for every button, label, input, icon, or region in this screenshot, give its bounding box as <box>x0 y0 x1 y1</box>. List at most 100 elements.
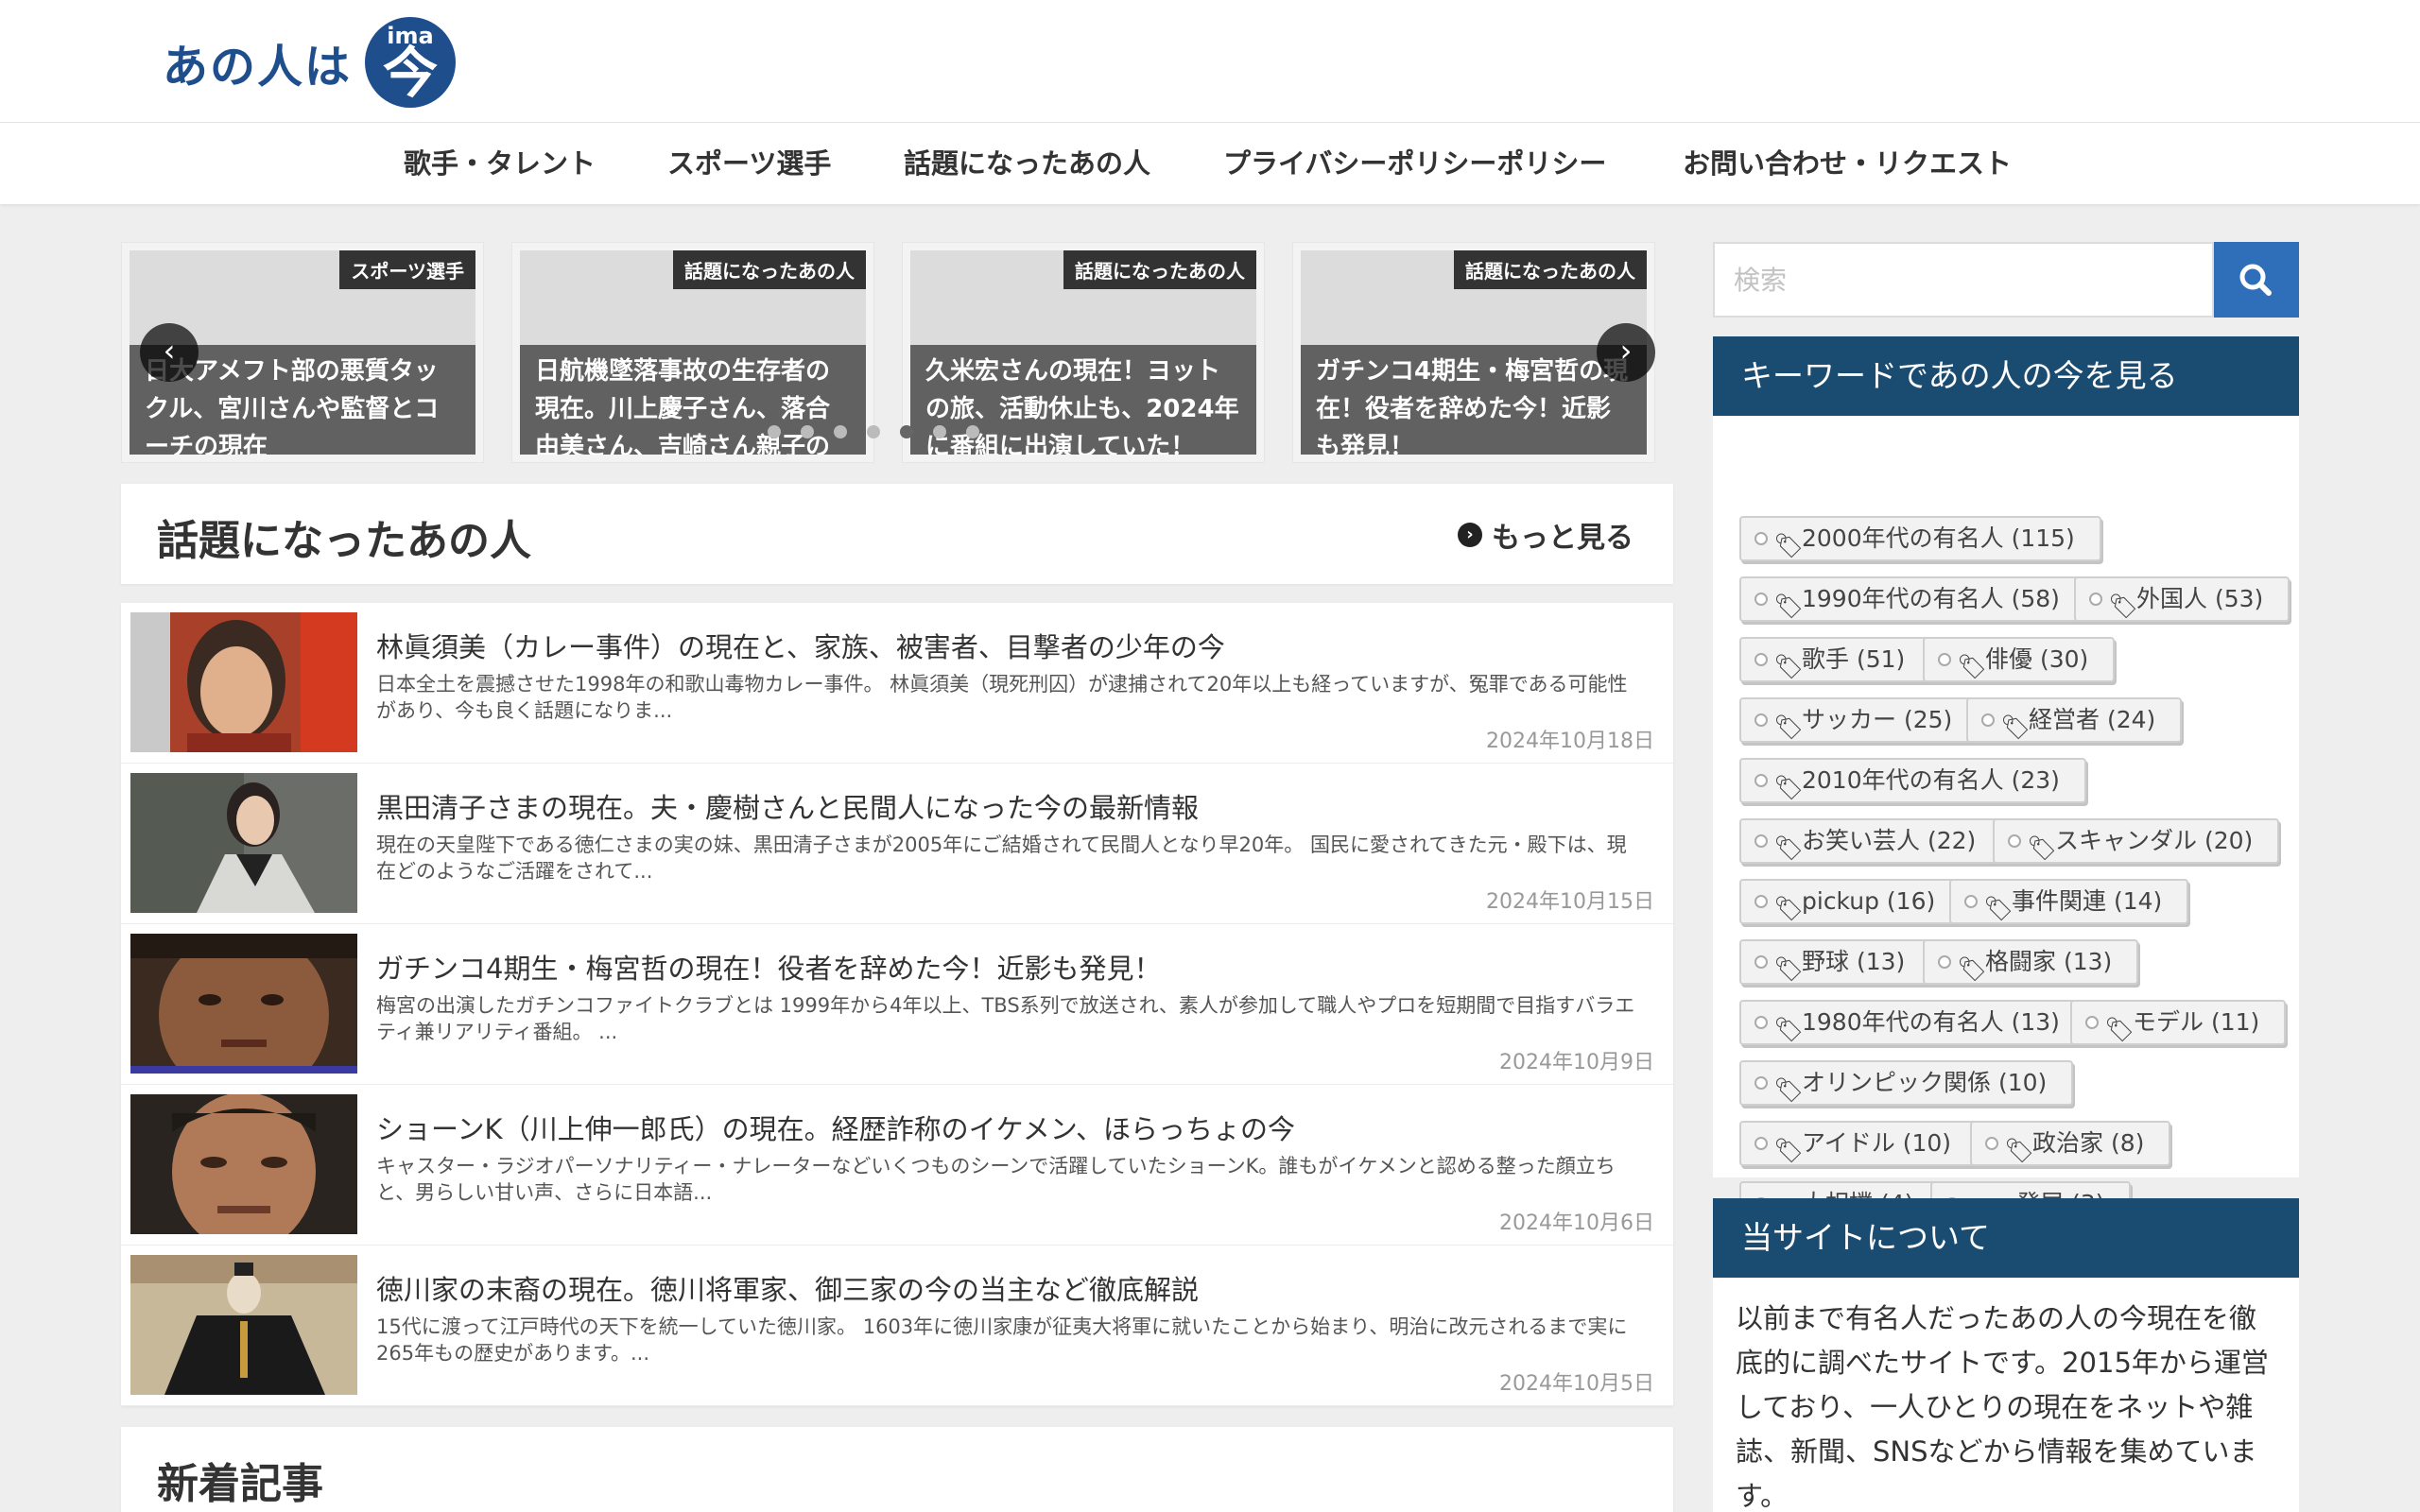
article-title[interactable]: 徳川家の末裔の現在。徳川将軍家、御三家の今の当主など徹底解説 <box>376 1268 1199 1308</box>
tag-singer[interactable]: 🏷 歌手 (51) <box>1739 637 1932 682</box>
slider-dot[interactable] <box>834 425 847 438</box>
article-date: 2024年10月9日 <box>1499 1051 1654 1074</box>
tag-actor[interactable]: 🏷 俳優 (30) <box>1923 637 2116 682</box>
article-date: 2024年10月15日 <box>1486 890 1654 914</box>
tag-scandal[interactable]: 🏷 スキャンダル (20) <box>1993 818 2280 864</box>
tag-politician[interactable]: 🏷 政治家 (8) <box>1970 1121 2171 1166</box>
slider-dot[interactable] <box>933 425 946 438</box>
slide-image: 話題になったあの人 日航機墜落事故の生存者の現在。川上慶子さん、落合由美さん、吉… <box>520 250 866 455</box>
list-item[interactable]: 林眞須美（カレー事件）の現在と、家族、被害者、目撃者の少年の今 日本全土を震撼さ… <box>121 603 1673 764</box>
tag-icon: 🏷 <box>1773 593 1804 620</box>
logo-badge: ima 今 <box>365 17 457 108</box>
slide-category[interactable]: 話題になったあの人 <box>1063 250 1256 289</box>
slide-image: 話題になったあの人 ガチンコ4期生・梅宮哲の現在！役者を辞めた今！近影も発見！ <box>1301 250 1647 455</box>
slider-dot[interactable] <box>867 425 880 438</box>
article-snippet: キャスター・ラジオパーソナリティー・ナレーターなどいくつものシーンで活躍していた… <box>376 1155 1616 1204</box>
logo-text: あの人は <box>163 41 353 94</box>
slider-dot-active[interactable] <box>900 425 913 438</box>
about-text: 以前まで有名人だったあの人の今現在を徹底的に調べたサイトです。2015年から運営… <box>1736 1302 2269 1512</box>
more-link[interactable]: › もっと見る <box>1458 514 1634 556</box>
tag-icon: 🏷 <box>1773 532 1804 559</box>
article-date: 2024年10月5日 <box>1499 1372 1654 1396</box>
tag-executive[interactable]: 🏷 経営者 (24) <box>1966 697 2183 743</box>
latest-section-header: 新着記事 <box>121 1427 1673 1512</box>
search-form <box>1713 242 2299 318</box>
tag-idol[interactable]: 🏷 アイドル (10) <box>1739 1121 1979 1166</box>
tag-2000s[interactable]: 🏷 2000年代の有名人 (115) <box>1739 516 2101 561</box>
article-title[interactable]: ガチンコ4期生・梅宮哲の現在！役者を辞めた今！近影も発見！ <box>376 947 1161 987</box>
nav-item-contact[interactable]: お問い合わせ・リクエスト <box>1683 142 2012 181</box>
article-title[interactable]: ショーンK（川上伸一郎氏）の現在。経歴詐称のイケメン、ほらっちょの今 <box>376 1108 1295 1147</box>
slide-title[interactable]: ガチンコ4期生・梅宮哲の現在！役者を辞めた今！近影も発見！ <box>1301 345 1647 455</box>
article-date: 2024年10月6日 <box>1499 1211 1654 1235</box>
tag-icon: 🏷 <box>1773 1137 1804 1164</box>
tag-incident[interactable]: 🏷 事件関連 (14) <box>1949 879 2189 924</box>
article-thumbnail[interactable] <box>130 773 357 913</box>
tag-icon: 🏷 <box>1773 653 1804 680</box>
main-nav: 歌手・タレント スポーツ選手 話題になったあの人 プライバシーポリシーポリシー … <box>0 123 2420 204</box>
slider-dot[interactable] <box>768 425 781 438</box>
article-thumbnail[interactable] <box>130 1094 357 1234</box>
list-item[interactable]: ガチンコ4期生・梅宮哲の現在！役者を辞めた今！近影も発見！ 梅宮の出演したガチン… <box>121 924 1673 1085</box>
list-item[interactable]: 黒田清子さまの現在。夫・慶樹さんと民間人になった今の最新情報 現在の天皇陛下であ… <box>121 764 1673 924</box>
article-thumbnail[interactable] <box>130 612 357 752</box>
article-title[interactable]: 黒田清子さまの現在。夫・慶樹さんと民間人になった今の最新情報 <box>376 786 1199 826</box>
slider-dot[interactable] <box>966 425 979 438</box>
tag-comedian[interactable]: 🏷 お笑い芸人 (22) <box>1739 818 2003 864</box>
chevron-circle-right-icon: › <box>1458 523 1482 547</box>
tag-model[interactable]: 🏷 モデル (11) <box>2070 1000 2287 1045</box>
slider-dot[interactable] <box>801 425 814 438</box>
tag-icon: 🏷 <box>1773 955 1804 983</box>
slide-category[interactable]: 話題になったあの人 <box>673 250 866 289</box>
nav-item-trending-people[interactable]: 話題になったあの人 <box>904 142 1150 181</box>
tag-icon: 🏷 <box>2000 713 2031 741</box>
tag-icon: 🏷 <box>1957 653 1987 680</box>
site-logo[interactable]: あの人は ima 今 <box>163 15 457 110</box>
article-title[interactable]: 林眞須美（カレー事件）の現在と、家族、被害者、目撃者の少年の今 <box>376 626 1225 665</box>
search-icon <box>2239 264 2272 296</box>
nav-item-singer-talent[interactable]: 歌手・タレント <box>404 142 596 181</box>
tag-icon: 🏷 <box>1773 1076 1804 1104</box>
tag-fighter[interactable]: 🏷 格闘家 (13) <box>1923 939 2139 985</box>
tag-icon: 🏷 <box>2004 1137 2034 1164</box>
article-thumbnail[interactable] <box>130 934 357 1074</box>
list-item[interactable]: 徳川家の末裔の現在。徳川将軍家、御三家の今の当主など徹底解説 15代に渡って江戸… <box>121 1246 1673 1406</box>
tag-1990s[interactable]: 🏷 1990年代の有名人 (58) <box>1739 576 2086 622</box>
slide-category[interactable]: 話題になったあの人 <box>1454 250 1647 289</box>
tag-icon: 🏷 <box>1773 834 1804 862</box>
tag-icon: 🏷 <box>1773 774 1804 801</box>
section-title: 話題になったあの人 <box>157 517 531 565</box>
tag-icon: 🏷 <box>2027 834 2057 862</box>
tag-1980s[interactable]: 🏷 1980年代の有名人 (13) <box>1739 1000 2086 1045</box>
article-date: 2024年10月18日 <box>1486 730 1654 753</box>
search-button[interactable] <box>2214 242 2299 318</box>
site-header: あの人は ima 今 <box>0 0 2420 123</box>
about-widget: 当サイトについて 以前まで有名人だったあの人の今現在を徹底的に調べたサイトです。… <box>1713 1198 2299 1512</box>
article-snippet: 日本全土を震撼させた1998年の和歌山毒物カレー事件。 林眞須美（現死刑囚）が逮… <box>376 673 1628 722</box>
keyword-widget: キーワードであの人の今を見る 🏷 2000年代の有名人 (115) 🏷 1990年代… <box>1713 336 2299 1227</box>
tag-olympic[interactable]: 🏷 オリンピック関係 (10) <box>1739 1060 2074 1106</box>
article-snippet: 現在の天皇陛下である徳仁さまの実の妹、黒田清子さまが2005年にご結婚されて民間… <box>376 833 1627 883</box>
article-snippet: 梅宮の出演したガチンコファイトクラブとは 1999年から4年以上、TBS系列で放… <box>376 994 1635 1043</box>
widget-title: キーワードであの人の今を見る <box>1713 336 2299 416</box>
chevron-left-icon[interactable]: ‹ <box>140 323 199 382</box>
tag-icon: 🏷 <box>1773 713 1804 741</box>
tag-2010s[interactable]: 🏷 2010年代の有名人 (23) <box>1739 758 2086 803</box>
tag-soccer[interactable]: 🏷 サッカー (25) <box>1739 697 1979 743</box>
slide-image: 話題になったあの人 久米宏さんの現在！ヨットの旅、活動休止も、2024年に番組に… <box>910 250 1256 455</box>
list-item[interactable]: ショーンK（川上伸一郎氏）の現在。経歴詐称のイケメン、ほらっちょの今 キャスター… <box>121 1085 1673 1246</box>
nav-item-sports[interactable]: スポーツ選手 <box>667 142 831 181</box>
tag-pickup[interactable]: 🏷 pickup (16) <box>1739 879 1962 924</box>
slide-category[interactable]: スポーツ選手 <box>339 250 475 289</box>
tag-cloud: 🏷 2000年代の有名人 (115) 🏷 1990年代の有名人 (58) 🏷 外国人 … <box>1713 416 2299 1227</box>
article-thumbnail[interactable] <box>130 1255 357 1395</box>
tag-baseball[interactable]: 🏷 野球 (13) <box>1739 939 1932 985</box>
more-link-label: もっと見る <box>1492 522 1634 555</box>
search-input[interactable] <box>1713 242 2214 318</box>
tag-foreigner[interactable]: 🏷 外国人 (53) <box>2074 576 2290 622</box>
widget-title: 当サイトについて <box>1713 1198 2299 1278</box>
nav-item-privacy-policy[interactable]: プライバシーポリシーポリシー <box>1223 142 1606 181</box>
tag-icon: 🏷 <box>1773 895 1804 922</box>
chevron-right-icon[interactable]: › <box>1597 323 1655 382</box>
slider-dots <box>768 425 999 438</box>
